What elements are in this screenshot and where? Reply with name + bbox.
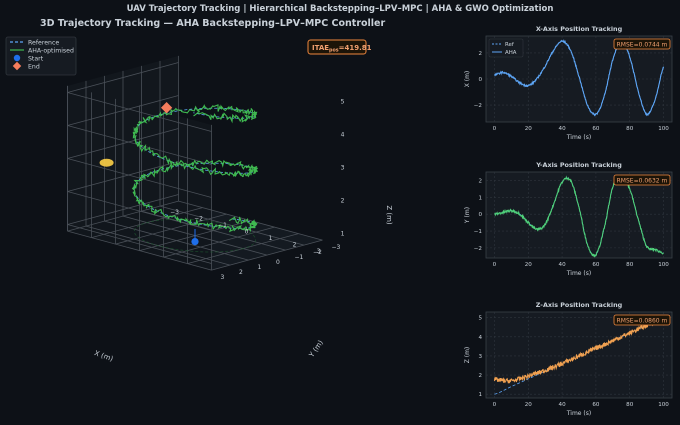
x-tick-label-3d: 0	[245, 229, 249, 236]
z-x-tick-label: 40	[559, 402, 567, 408]
x-x-tick-label: 60	[592, 126, 600, 132]
legend-3d: Reference AHA-optimised Start End	[5, 36, 77, 76]
z-tick-label-3d: 3	[341, 165, 345, 172]
y-x-tick-label: 20	[525, 262, 533, 268]
z-x-tick-label: 20	[525, 402, 533, 408]
itae-sub: pos	[329, 49, 339, 54]
legend-start-label: Start	[28, 56, 44, 63]
z-y-tick-label: 3	[478, 354, 482, 360]
itae-badge: ITAEpos=419.81	[307, 39, 372, 55]
x-y-tick-label: −2	[474, 103, 482, 109]
z-axis-label-3d: Z (m)	[385, 205, 393, 225]
z-y-tick-label: 1	[478, 392, 482, 398]
legend-end-label: End	[28, 64, 40, 71]
y-y-tick-label: −1	[474, 229, 483, 235]
z-y-axis-label: Z (m)	[464, 347, 471, 364]
x-y-tick-label: 0	[478, 77, 482, 83]
x-tick-label-3d: 2	[293, 242, 297, 249]
x-y-tick-label: 2	[478, 51, 482, 57]
y-x-tick-label: 60	[592, 262, 600, 268]
x-tick-label-3d: 1	[269, 235, 273, 242]
x-x-tick-label: 0	[493, 126, 497, 132]
y-panel-title: Y-Axis Position Tracking	[535, 161, 622, 169]
figure: UAV Trajectory Tracking | Hierarchical B…	[0, 0, 680, 425]
z-rmse-badge: RMSE=0.0860 m	[617, 318, 668, 325]
z-tick-label-3d: 2	[341, 198, 345, 205]
y-rmse-badge: RMSE=0.0632 m	[617, 178, 668, 185]
y-x-axis-label: Time (s)	[566, 270, 591, 277]
suptitle: UAV Trajectory Tracking | Hierarchical B…	[127, 4, 554, 14]
y-y-tick-label: −2	[474, 246, 482, 252]
x-x-tick-label: 40	[559, 126, 567, 132]
y-tick-label-3d: −3	[332, 244, 341, 251]
legend-start-marker	[13, 54, 21, 62]
z-y-tick-label: 4	[478, 335, 482, 341]
y-tick-label-3d: 3	[221, 274, 225, 281]
y-y-axis-label: Y (m)	[464, 207, 471, 224]
legend-reference-label: Reference	[28, 40, 59, 47]
y-y-tick-label: 2	[478, 178, 482, 184]
waypoint-cluster-marker	[99, 158, 114, 167]
x-legend-ref-label: Ref	[505, 42, 514, 48]
z-tick-label-3d: 4	[341, 132, 345, 139]
x-x-tick-label: 20	[525, 126, 533, 132]
y-x-tick-label: 0	[493, 262, 497, 268]
y-y-tick-label: 0	[478, 212, 482, 218]
x-panel-title: X-Axis Position Tracking	[536, 25, 623, 33]
z-tick-label-3d: 5	[341, 99, 345, 106]
itae-value: =419.81	[339, 44, 372, 52]
y-tick-label-3d: 1	[258, 264, 262, 271]
z-tick-label-3d: 1	[341, 231, 345, 238]
x-x-tick-label: 100	[658, 126, 669, 132]
z-panel-title: Z-Axis Position Tracking	[536, 301, 623, 309]
y-tick-label-3d: −1	[295, 254, 304, 261]
x-x-axis-label: Time (s)	[566, 134, 591, 141]
z-x-tick-label: 100	[658, 402, 669, 408]
x-legend-aha-label: AHA	[505, 50, 517, 56]
y-x-tick-label: 100	[658, 262, 669, 268]
y-tick-label-3d: 2	[239, 269, 243, 276]
y-x-tick-label: 80	[626, 262, 634, 268]
y-x-tick-label: 40	[559, 262, 567, 268]
z-y-tick-label: 5	[478, 316, 482, 322]
trajectory-3d-title: 3D Trajectory Tracking — AHA Backsteppin…	[40, 18, 385, 29]
y-y-tick-label: 1	[478, 195, 482, 201]
x-y-axis-label: X (m)	[464, 71, 471, 88]
start-marker-3d	[191, 238, 199, 246]
x-tick-label-3d: −2	[194, 216, 203, 223]
z-x-axis-label: Time (s)	[566, 410, 591, 417]
x-tick-label-3d: −1	[218, 222, 227, 229]
x-x-tick-label: 80	[626, 126, 634, 132]
legend-aha-label: AHA-optimised	[28, 48, 74, 55]
x-tick-label-3d: −3	[170, 209, 179, 216]
z-x-tick-label: 80	[626, 402, 634, 408]
y-tick-label-3d: 0	[276, 259, 280, 266]
y-tick-label-3d: −2	[313, 249, 322, 256]
x-rmse-badge: RMSE=0.0744 m	[617, 42, 668, 49]
z-x-tick-label: 0	[493, 402, 497, 408]
itae-label: ITAE	[312, 44, 329, 52]
z-y-tick-label: 2	[478, 373, 482, 379]
z-x-tick-label: 60	[592, 402, 600, 408]
